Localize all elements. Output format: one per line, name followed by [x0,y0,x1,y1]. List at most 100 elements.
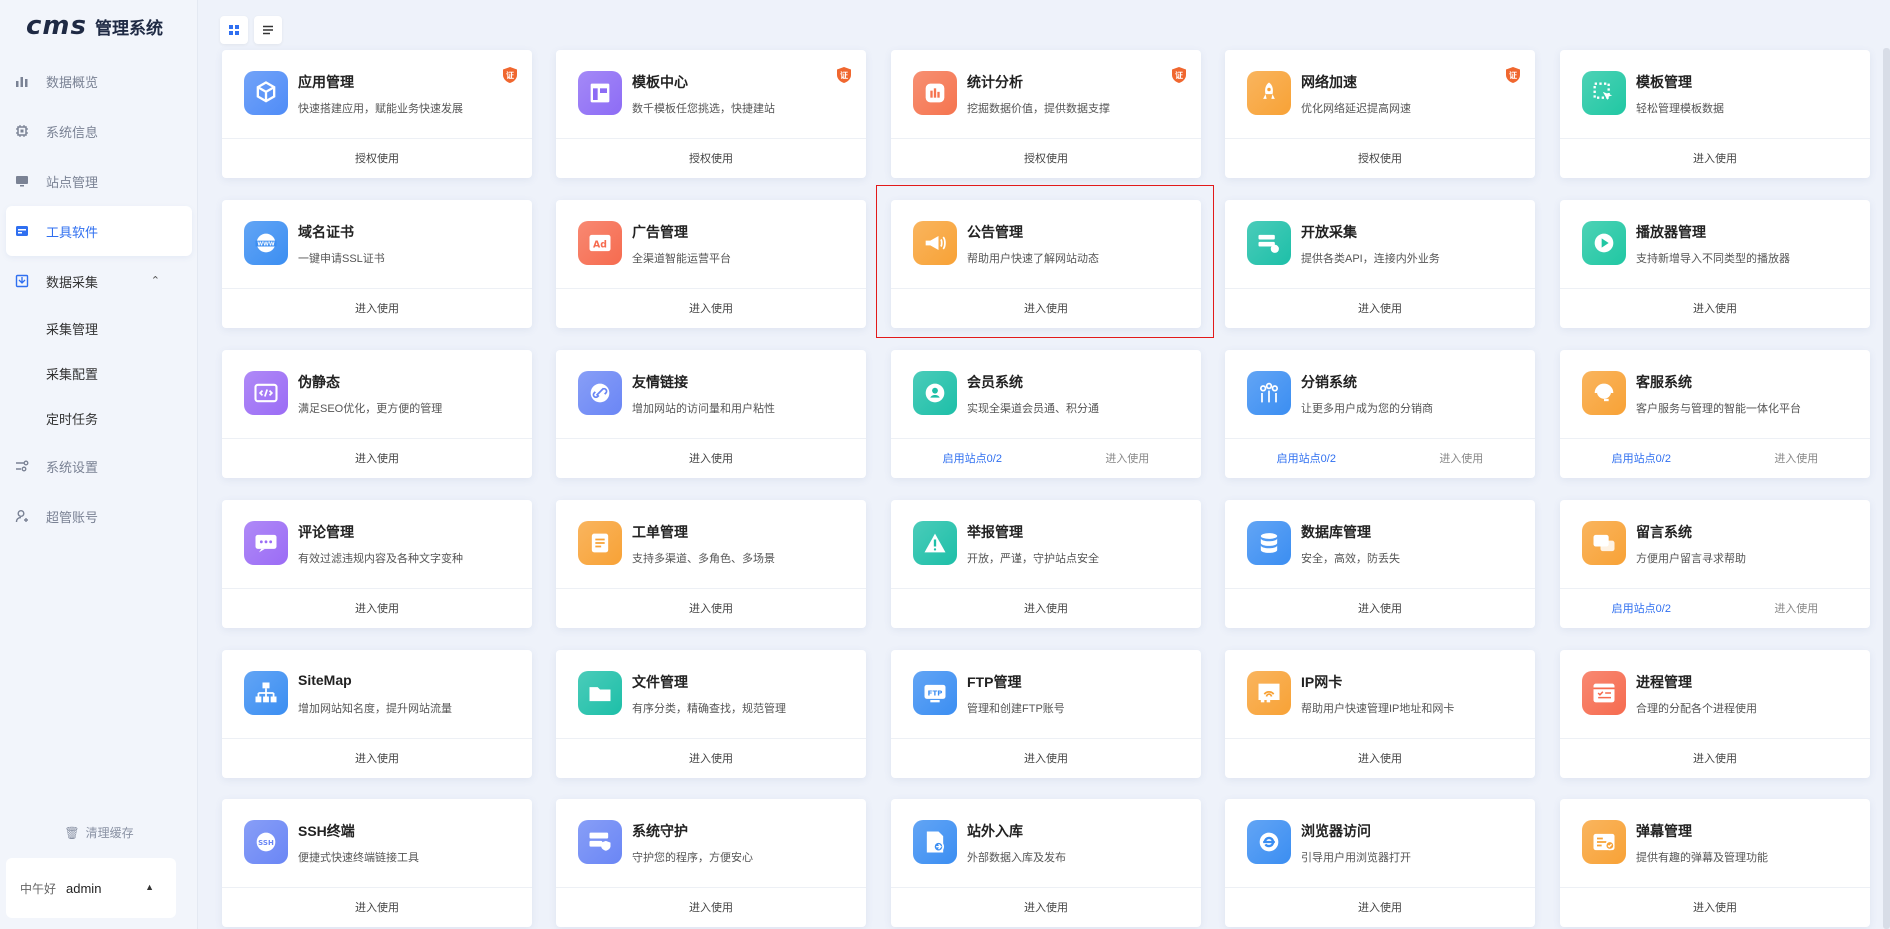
tool-card[interactable]: 文件管理 有序分类，精确查找，规范管理 进入使用 [556,650,866,778]
card-footer: 进入使用 [1560,288,1870,328]
card-action-button[interactable]: 进入使用 [355,899,399,915]
tool-card[interactable]: 统计分析 挖掘数据价值，提供数据支撑 证授权使用 [891,50,1201,178]
tool-card[interactable]: WWW 域名证书 一键申请SSL证书 进入使用 [222,200,532,328]
tool-card[interactable]: 数据库管理 安全，高效，防丢失 进入使用 [1225,500,1535,628]
sidebar-item-data-collection[interactable]: 数据采集 ⌃ [0,256,198,306]
card-action-button[interactable]: 进入使用 [355,450,399,466]
card-action-button[interactable]: 进入使用 [689,899,733,915]
tool-card[interactable]: 站外入库 外部数据入库及发布 进入使用 [891,799,1201,927]
tool-card[interactable]: Ad 广告管理 全渠道智能运营平台 进入使用 [556,200,866,328]
enter-use-button[interactable]: 进入使用 [1105,450,1149,466]
card-action-button[interactable]: 进入使用 [355,600,399,616]
network-card-icon [1247,671,1291,715]
sidebar-subitem-collect-management[interactable]: 采集管理 [0,306,198,351]
card-action-button[interactable]: 进入使用 [1024,300,1068,316]
tool-card[interactable]: SiteMap 增加网站知名度，提升网站流量 进入使用 [222,650,532,778]
user-menu[interactable]: 中午好 admin ▲ [6,858,176,918]
grid-view-button[interactable] [220,16,248,44]
list-view-button[interactable] [254,16,282,44]
tool-card[interactable]: IP网卡 帮助用户快速管理IP地址和网卡 进入使用 [1225,650,1535,778]
card-action-button[interactable]: 进入使用 [689,600,733,616]
scrollbar[interactable] [1883,48,1890,929]
card-action-button[interactable]: 进入使用 [689,300,733,316]
card-action-button[interactable]: 进入使用 [1024,899,1068,915]
enable-sites-link[interactable]: 启用站点0/2 [1612,450,1671,466]
card-action-button[interactable]: 进入使用 [1024,750,1068,766]
card-description: 开放，严谨，守护站点安全 [967,553,1099,565]
card-action-button[interactable]: 进入使用 [1358,750,1402,766]
sidebar-item-tools[interactable]: 工具软件 [6,206,192,256]
tool-card[interactable]: 举报管理 开放，严谨，守护站点安全 进入使用 [891,500,1201,628]
card-action-button[interactable]: 授权使用 [689,150,733,166]
tool-card[interactable]: 留言系统 方便用户留言寻求帮助 启用站点0/2 进入使用 [1560,500,1870,628]
server-icon [1247,221,1291,265]
enable-sites-link[interactable]: 启用站点0/2 [1612,600,1671,616]
sidebar-item-site-management[interactable]: 站点管理 [0,156,198,206]
enter-use-button[interactable]: 进入使用 [1774,600,1818,616]
comment-icon [244,521,288,565]
badge-text: 证 [840,70,848,80]
sidebar-subitem-scheduled-tasks[interactable]: 定时任务 [0,396,198,441]
collect-icon [14,273,30,289]
clear-cache-button[interactable]: 🗑 清理缓存 [0,824,198,841]
enter-use-button[interactable]: 进入使用 [1439,450,1483,466]
ssh-icon: SSH [244,820,288,864]
tool-card[interactable]: 客服系统 客户服务与管理的智能一体化平台 启用站点0/2 进入使用 [1560,350,1870,478]
sidebar-item-system-settings[interactable]: 系统设置 [0,441,198,491]
chevron-up-icon: ⌃ [150,275,160,287]
tool-card[interactable]: 伪静态 满足SEO优化，更方便的管理 进入使用 [222,350,532,478]
card-footer: 进入使用 [891,887,1201,927]
enable-sites-link[interactable]: 启用站点0/2 [943,450,1002,466]
tool-card[interactable]: 进程管理 合理的分配各个进程使用 进入使用 [1560,650,1870,778]
tool-card[interactable]: 模板中心 数千模板任您挑选，快捷建站 证授权使用 [556,50,866,178]
card-footer: 启用站点0/2 进入使用 [891,438,1201,478]
sidebar-subitem-collect-config[interactable]: 采集配置 [0,351,198,396]
card-action-button[interactable]: 进入使用 [1693,150,1737,166]
tool-card[interactable]: 会员系统 实现全渠道会员通、积分通 启用站点0/2 进入使用 [891,350,1201,478]
submenu-data-collection: 采集管理 采集配置 定时任务 [0,306,198,441]
card-footer: 进入使用 [556,438,866,478]
card-action-button[interactable]: 进入使用 [1358,300,1402,316]
tool-card[interactable]: 工单管理 支持多渠道、多角色、多场景 进入使用 [556,500,866,628]
card-action-button[interactable]: 进入使用 [355,750,399,766]
card-action-button[interactable]: 授权使用 [1024,150,1068,166]
tool-card[interactable]: 弹幕管理 提供有趣的弹幕及管理功能 进入使用 [1560,799,1870,927]
tool-card[interactable]: 友情链接增加网站的访问量和用户粘性进入使用 [556,350,866,478]
tool-card[interactable]: 应用管理 快速搭建应用，赋能业务快速发展 证授权使用 [222,50,532,178]
card-footer: 进入使用 [1560,738,1870,778]
code-icon [244,371,288,415]
tool-card[interactable]: 开放采集 提供各类API，连接内外业务 进入使用 [1225,200,1535,328]
enable-sites-link[interactable]: 启用站点0/2 [1277,450,1336,466]
card-action-button[interactable]: 进入使用 [1693,899,1737,915]
card-action-button[interactable]: 进入使用 [1024,600,1068,616]
tool-card[interactable]: 网络加速 优化网络延迟提高网速 证授权使用 [1225,50,1535,178]
card-action-button[interactable]: 进入使用 [355,300,399,316]
tool-card[interactable]: 播放器管理 支持新增导入不同类型的播放器 进入使用 [1560,200,1870,328]
sidebar-item-super-admin[interactable]: 超管账号 [0,491,198,541]
card-description: 实现全渠道会员通、积分通 [967,403,1099,415]
tool-card[interactable]: 系统守护 守护您的程序，方便安心 进入使用 [556,799,866,927]
card-action-button[interactable]: 进入使用 [1693,300,1737,316]
card-action-button[interactable]: 进入使用 [1358,899,1402,915]
card-action-button[interactable]: 进入使用 [689,450,733,466]
sidebar-item-system-info[interactable]: 系统信息 [0,106,198,156]
tool-card[interactable]: 浏览器访问 引导用户用浏览器打开 进入使用 [1225,799,1535,927]
card-action-button[interactable]: 进入使用 [1358,600,1402,616]
card-action-button[interactable]: 授权使用 [355,150,399,166]
sidebar-item-data-overview[interactable]: 数据概览 [0,56,198,106]
folder-icon [578,671,622,715]
card-title: 友情链接 [632,374,688,390]
member-icon [913,371,957,415]
card-action-button[interactable]: 授权使用 [1358,150,1402,166]
tool-card[interactable]: SSH SSH终端 便捷式快速终端链接工具 进入使用 [222,799,532,927]
sidebar-item-label: 采集配置 [46,367,99,382]
tool-card[interactable]: 分销系统 让更多用户成为您的分销商 启用站点0/2 进入使用 [1225,350,1535,478]
card-action-button[interactable]: 进入使用 [689,750,733,766]
enter-use-button[interactable]: 进入使用 [1774,450,1818,466]
tool-card[interactable]: FTP FTP管理 管理和创建FTP账号 进入使用 [891,650,1201,778]
tool-card[interactable]: 公告管理 帮助用户快速了解网站动态 进入使用 [891,200,1201,328]
card-description: 增加网站的访问量和用户粘性 [632,403,775,415]
tool-card[interactable]: 模板管理 轻松管理模板数据 进入使用 [1560,50,1870,178]
card-action-button[interactable]: 进入使用 [1693,750,1737,766]
tool-card[interactable]: 评论管理 有效过滤违规内容及各种文字变种 进入使用 [222,500,532,628]
